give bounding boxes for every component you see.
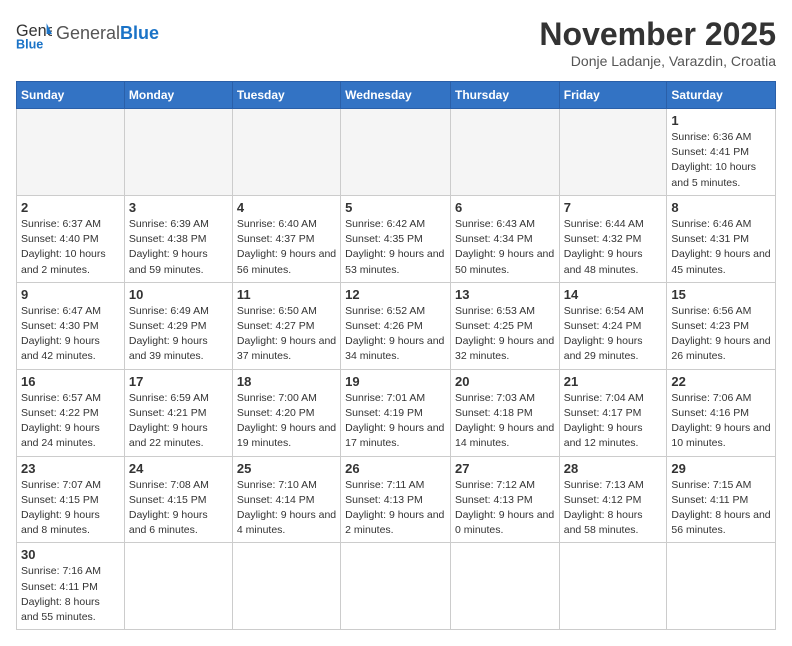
empty-cell	[559, 543, 667, 630]
col-saturday: Saturday	[667, 82, 776, 109]
day-14: 14 Sunrise: 6:54 AMSunset: 4:24 PMDaylig…	[559, 282, 667, 369]
day-7: 7 Sunrise: 6:44 AMSunset: 4:32 PMDayligh…	[559, 195, 667, 282]
empty-cell	[667, 543, 776, 630]
col-thursday: Thursday	[450, 82, 559, 109]
day-19: 19 Sunrise: 7:01 AMSunset: 4:19 PMDaylig…	[341, 369, 451, 456]
calendar-table: Sunday Monday Tuesday Wednesday Thursday…	[16, 81, 776, 630]
col-friday: Friday	[559, 82, 667, 109]
empty-cell	[232, 543, 340, 630]
empty-cell	[341, 543, 451, 630]
month-title: November 2025	[539, 16, 776, 53]
day-24: 24 Sunrise: 7:08 AMSunset: 4:15 PMDaylig…	[124, 456, 232, 543]
day-26: 26 Sunrise: 7:11 AMSunset: 4:13 PMDaylig…	[341, 456, 451, 543]
day-8: 8 Sunrise: 6:46 AMSunset: 4:31 PMDayligh…	[667, 195, 776, 282]
empty-cell	[124, 109, 232, 196]
col-monday: Monday	[124, 82, 232, 109]
day-23: 23 Sunrise: 7:07 AMSunset: 4:15 PMDaylig…	[17, 456, 125, 543]
location: Donje Ladanje, Varazdin, Croatia	[539, 53, 776, 69]
day-9: 9 Sunrise: 6:47 AMSunset: 4:30 PMDayligh…	[17, 282, 125, 369]
day-15: 15 Sunrise: 6:56 AMSunset: 4:23 PMDaylig…	[667, 282, 776, 369]
col-sunday: Sunday	[17, 82, 125, 109]
empty-cell	[450, 543, 559, 630]
empty-cell	[341, 109, 451, 196]
logo-icon: General Blue	[16, 16, 52, 52]
day-2: 2 Sunrise: 6:37 AMSunset: 4:40 PMDayligh…	[17, 195, 125, 282]
logo: General Blue GeneralBlue	[16, 16, 159, 52]
day-3: 3 Sunrise: 6:39 AMSunset: 4:38 PMDayligh…	[124, 195, 232, 282]
day-1: 1 Sunrise: 6:36 AMSunset: 4:41 PMDayligh…	[667, 109, 776, 196]
day-16: 16 Sunrise: 6:57 AMSunset: 4:22 PMDaylig…	[17, 369, 125, 456]
calendar-row-1: 1 Sunrise: 6:36 AMSunset: 4:41 PMDayligh…	[17, 109, 776, 196]
svg-text:Blue: Blue	[16, 37, 43, 51]
day-25: 25 Sunrise: 7:10 AMSunset: 4:14 PMDaylig…	[232, 456, 340, 543]
empty-cell	[559, 109, 667, 196]
day-6: 6 Sunrise: 6:43 AMSunset: 4:34 PMDayligh…	[450, 195, 559, 282]
day-5: 5 Sunrise: 6:42 AMSunset: 4:35 PMDayligh…	[341, 195, 451, 282]
calendar-row-5: 23 Sunrise: 7:07 AMSunset: 4:15 PMDaylig…	[17, 456, 776, 543]
empty-cell	[124, 543, 232, 630]
empty-cell	[17, 109, 125, 196]
day-30: 30 Sunrise: 7:16 AMSunset: 4:11 PMDaylig…	[17, 543, 125, 630]
day-20: 20 Sunrise: 7:03 AMSunset: 4:18 PMDaylig…	[450, 369, 559, 456]
title-block: November 2025 Donje Ladanje, Varazdin, C…	[539, 16, 776, 69]
day-29: 29 Sunrise: 7:15 AMSunset: 4:11 PMDaylig…	[667, 456, 776, 543]
logo-general: General	[56, 23, 120, 43]
day-12: 12 Sunrise: 6:52 AMSunset: 4:26 PMDaylig…	[341, 282, 451, 369]
day-22: 22 Sunrise: 7:06 AMSunset: 4:16 PMDaylig…	[667, 369, 776, 456]
day-21: 21 Sunrise: 7:04 AMSunset: 4:17 PMDaylig…	[559, 369, 667, 456]
day-13: 13 Sunrise: 6:53 AMSunset: 4:25 PMDaylig…	[450, 282, 559, 369]
day-28: 28 Sunrise: 7:13 AMSunset: 4:12 PMDaylig…	[559, 456, 667, 543]
calendar-row-4: 16 Sunrise: 6:57 AMSunset: 4:22 PMDaylig…	[17, 369, 776, 456]
page-header: General Blue GeneralBlue November 2025 D…	[16, 16, 776, 69]
empty-cell	[232, 109, 340, 196]
col-wednesday: Wednesday	[341, 82, 451, 109]
day-10: 10 Sunrise: 6:49 AMSunset: 4:29 PMDaylig…	[124, 282, 232, 369]
day-4: 4 Sunrise: 6:40 AMSunset: 4:37 PMDayligh…	[232, 195, 340, 282]
calendar-row-6: 30 Sunrise: 7:16 AMSunset: 4:11 PMDaylig…	[17, 543, 776, 630]
day-17: 17 Sunrise: 6:59 AMSunset: 4:21 PMDaylig…	[124, 369, 232, 456]
calendar-row-2: 2 Sunrise: 6:37 AMSunset: 4:40 PMDayligh…	[17, 195, 776, 282]
logo-blue: Blue	[120, 23, 159, 43]
day-11: 11 Sunrise: 6:50 AMSunset: 4:27 PMDaylig…	[232, 282, 340, 369]
calendar-row-3: 9 Sunrise: 6:47 AMSunset: 4:30 PMDayligh…	[17, 282, 776, 369]
col-tuesday: Tuesday	[232, 82, 340, 109]
empty-cell	[450, 109, 559, 196]
calendar-header-row: Sunday Monday Tuesday Wednesday Thursday…	[17, 82, 776, 109]
day-18: 18 Sunrise: 7:00 AMSunset: 4:20 PMDaylig…	[232, 369, 340, 456]
day-27: 27 Sunrise: 7:12 AMSunset: 4:13 PMDaylig…	[450, 456, 559, 543]
